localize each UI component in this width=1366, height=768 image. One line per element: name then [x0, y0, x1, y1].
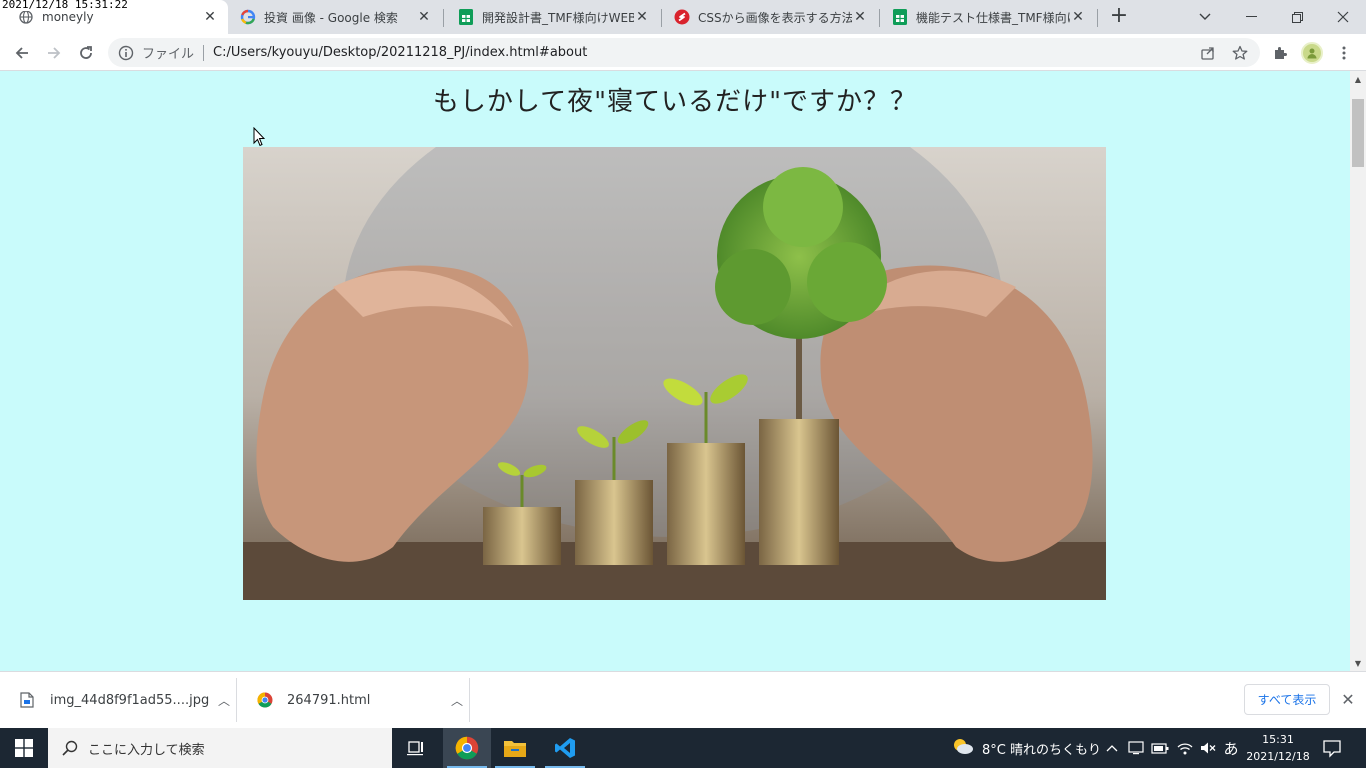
red-s-icon: [674, 9, 690, 25]
menu-kebab-icon[interactable]: [1330, 39, 1358, 67]
clock-date: 2021/12/18: [1246, 750, 1310, 763]
close-tab-icon[interactable]: ✕: [1070, 9, 1086, 25]
chrome-icon: [257, 692, 273, 708]
tray-overflow-chevron-icon[interactable]: [1104, 728, 1120, 768]
scroll-thumb[interactable]: [1352, 99, 1364, 167]
close-tab-icon[interactable]: ✕: [634, 9, 650, 25]
page-scrollbar[interactable]: ▲ ▼: [1350, 71, 1366, 671]
close-shelf-icon[interactable]: ✕: [1338, 690, 1358, 710]
download-shelf: img_44d8f9f1ad55....jpg ︿ 264791.html ︿ …: [0, 671, 1366, 728]
omnibox-divider: [203, 44, 205, 61]
page-viewport: もしかして夜"寝ているだけ"ですか？？: [0, 71, 1350, 671]
meet-now-icon[interactable]: [1126, 728, 1146, 768]
file-explorer-icon[interactable]: [491, 728, 539, 768]
taskbar-search-input[interactable]: ここに入力して検索: [48, 728, 392, 768]
scroll-up-icon[interactable]: ▲: [1350, 71, 1366, 87]
tab-title: CSSから画像を表示する方法と(: [698, 10, 852, 25]
google-icon: [240, 9, 256, 25]
close-window-button[interactable]: [1320, 0, 1366, 34]
vscode-icon[interactable]: [541, 728, 589, 768]
volume-muted-icon[interactable]: [1198, 728, 1218, 768]
scroll-down-icon[interactable]: ▼: [1350, 655, 1366, 671]
sheets-icon: [892, 9, 908, 25]
tab-test-spec[interactable]: 機能テスト仕様書_TMF様向けW ✕: [874, 0, 1096, 34]
tab-strip: 2021/12/18 15:31:22 moneyly ✕ 投資 画像 - Go…: [0, 0, 1366, 34]
close-tab-icon[interactable]: ✕: [202, 9, 218, 25]
os-taskbar: ここに入力して検索 8°C 晴れのちくもり あ 15:31 2021/12/18: [0, 728, 1366, 768]
close-tab-icon[interactable]: ✕: [416, 9, 432, 25]
file-icon: [20, 692, 36, 708]
download-filename: img_44d8f9f1ad55....jpg: [50, 692, 210, 708]
search-icon: [62, 740, 78, 756]
show-all-downloads-button[interactable]: すべて表示: [1244, 684, 1330, 715]
forward-button[interactable]: [40, 39, 68, 67]
download-filename: 264791.html: [287, 692, 371, 708]
task-view-icon[interactable]: [392, 728, 440, 768]
tab-divider: [1097, 9, 1098, 27]
download-item[interactable]: img_44d8f9f1ad55....jpg ︿: [0, 678, 237, 722]
back-button[interactable]: [8, 39, 36, 67]
address-bar[interactable]: ファイル C:/Users/kyouyu/Desktop/20211218_PJ…: [108, 38, 1260, 67]
protocol-label: ファイル: [142, 47, 195, 62]
chevron-up-icon[interactable]: ︿: [212, 692, 236, 709]
ime-indicator[interactable]: あ: [1220, 728, 1242, 768]
windows-start-button[interactable]: [0, 728, 48, 768]
minimize-button[interactable]: [1228, 0, 1274, 34]
site-info-icon[interactable]: [118, 45, 134, 61]
battery-icon[interactable]: [1150, 728, 1170, 768]
globe-icon: [18, 9, 34, 25]
close-tab-icon[interactable]: ✕: [852, 9, 868, 25]
weather-widget[interactable]: 8°C 晴れのちくもり: [952, 728, 1101, 768]
browser-toolbar: ファイル C:/Users/kyouyu/Desktop/20211218_PJ…: [0, 34, 1366, 71]
restore-button[interactable]: [1274, 0, 1320, 34]
tab-css-image[interactable]: CSSから画像を表示する方法と( ✕: [656, 0, 878, 34]
mouse-cursor-icon: [253, 126, 266, 150]
chevron-up-icon[interactable]: ︿: [445, 692, 469, 709]
extensions-icon[interactable]: [1266, 39, 1294, 67]
taskbar-clock[interactable]: 15:31 2021/12/18: [1244, 731, 1312, 765]
wifi-icon[interactable]: [1175, 728, 1195, 768]
reload-button[interactable]: [72, 39, 100, 67]
tab-title: moneyly: [42, 10, 94, 24]
search-placeholder: ここに入力して検索: [88, 742, 205, 758]
tab-search-chevron-icon[interactable]: [1182, 0, 1228, 34]
weather-sun-cloud-icon: [952, 737, 974, 759]
tab-design-doc[interactable]: 開発設計書_TMF様向けWEBサ ✕: [440, 0, 660, 34]
clock-time: 15:31: [1262, 733, 1294, 746]
url-text[interactable]: C:/Users/kyouyu/Desktop/20211218_PJ/inde…: [213, 45, 587, 60]
chrome-taskbar-icon[interactable]: [443, 728, 491, 768]
download-item[interactable]: 264791.html ︿: [237, 678, 470, 722]
sheets-icon: [458, 9, 474, 25]
overlay-timestamp: 2021/12/18 15:31:22: [0, 0, 130, 11]
tab-title: 開発設計書_TMF様向けWEBサ: [482, 10, 634, 25]
page-title: もしかして夜"寝ているだけ"ですか？？: [432, 87, 918, 117]
tab-title: 投資 画像 - Google 検索: [264, 10, 398, 25]
weather-text: 8°C 晴れのちくもり: [982, 742, 1101, 758]
tab-title: 機能テスト仕様書_TMF様向けW: [916, 10, 1070, 25]
bookmark-star-icon[interactable]: [1226, 39, 1254, 67]
notification-center-icon[interactable]: [1322, 738, 1342, 758]
share-icon[interactable]: [1194, 39, 1222, 67]
new-tab-button[interactable]: +: [1108, 5, 1130, 28]
hero-image: [243, 147, 1106, 600]
tab-google-search[interactable]: 投資 画像 - Google 検索 ✕: [222, 0, 442, 34]
profile-avatar[interactable]: [1301, 42, 1323, 64]
